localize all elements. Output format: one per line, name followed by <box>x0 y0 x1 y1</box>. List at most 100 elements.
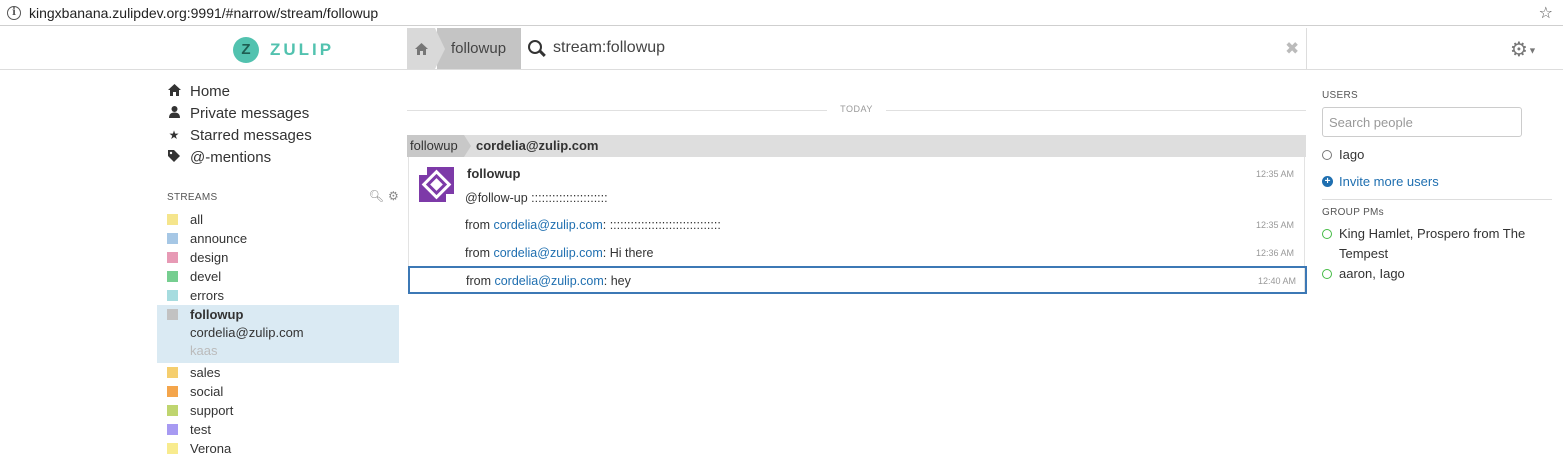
global-filters: Home Private messages ★ Starred messages… <box>167 80 312 168</box>
home-icon <box>167 83 181 99</box>
stream-color-swatch <box>167 386 178 397</box>
nav-label: @-mentions <box>190 148 272 166</box>
stream-name: support <box>190 403 234 418</box>
recipient-stream-link[interactable]: followup <box>407 135 471 157</box>
stream-color-swatch <box>167 290 178 301</box>
stream-item-sales[interactable]: sales <box>157 363 399 382</box>
message-time[interactable]: 12:36 AM <box>1256 248 1294 258</box>
recipient-bar: followup cordelia@zulip.com <box>407 135 1306 157</box>
presence-icon <box>1322 149 1332 160</box>
stream-settings-gear-icon[interactable]: ⚙ <box>388 189 399 203</box>
nav-private-messages[interactable]: Private messages <box>167 102 312 124</box>
stream-color-swatch <box>167 424 178 435</box>
invite-label: Invite more users <box>1339 174 1439 189</box>
stream-color-swatch <box>167 233 178 244</box>
stream-name: sales <box>190 365 221 380</box>
stream-item-test[interactable]: test <box>157 420 399 439</box>
streams-tools: 🔍︎ ⚙ <box>369 189 399 203</box>
search-people-input[interactable] <box>1322 107 1522 137</box>
clear-search-icon[interactable]: ✖ <box>1285 39 1299 59</box>
stream-item-all[interactable]: all <box>157 210 399 229</box>
home-narrow-button[interactable] <box>407 28 435 69</box>
stream-color-swatch <box>167 214 178 225</box>
stream-name: devel <box>190 269 222 284</box>
avatar[interactable] <box>419 167 454 202</box>
nav-starred-messages[interactable]: ★ Starred messages <box>167 124 312 146</box>
email-link[interactable]: cordelia@zulip.com <box>493 218 602 232</box>
message-time[interactable]: 12:40 AM <box>1258 276 1296 286</box>
stream-color-swatch <box>167 405 178 416</box>
presence-icon <box>1322 229 1332 239</box>
stream-color-swatch <box>167 271 178 282</box>
stream-name: followup <box>190 307 244 322</box>
date-separator: TODAY <box>407 104 1306 116</box>
search-icon[interactable] <box>528 40 546 58</box>
recipient-topic-link[interactable]: cordelia@zulip.com <box>476 135 598 157</box>
user-item-iago[interactable]: Iago <box>1322 147 1552 162</box>
home-icon <box>414 42 428 55</box>
stream-name: social <box>190 384 224 399</box>
stream-color-swatch <box>167 309 178 320</box>
search-input[interactable]: stream:followup <box>553 39 665 57</box>
topic-item[interactable]: cordelia@zulip.com <box>190 324 399 342</box>
topic-item[interactable]: kaas <box>190 342 399 360</box>
stream-item-errors[interactable]: errors <box>157 286 399 305</box>
invite-users-link[interactable]: + Invite more users <box>1322 174 1552 189</box>
group-pms-header: GROUP PMs <box>1322 207 1384 218</box>
stream-item-announce[interactable]: announce <box>157 229 399 248</box>
presence-icon <box>1322 269 1332 279</box>
nav-mentions[interactable]: @-mentions <box>167 146 312 168</box>
user-icon <box>167 105 181 121</box>
group-pm-label: aaron, Iago <box>1339 266 1405 281</box>
stream-item-design[interactable]: design <box>157 248 399 267</box>
tag-icon <box>167 149 181 165</box>
plus-circle-icon: + <box>1322 176 1333 187</box>
stream-item-verona[interactable]: Verona <box>157 439 399 458</box>
streams-header: STREAMS 🔍︎ ⚙ <box>167 189 399 203</box>
header-divider <box>1306 28 1307 69</box>
email-link[interactable]: cordelia@zulip.com <box>493 246 602 260</box>
sender-name[interactable]: followup <box>467 166 520 181</box>
stream-item-support[interactable]: support <box>157 401 399 420</box>
user-name: Iago <box>1339 147 1365 162</box>
info-icon[interactable]: i <box>7 5 21 20</box>
stream-item-followup[interactable]: followup <box>157 305 399 324</box>
stream-list: all announce design devel errors followu… <box>157 210 399 458</box>
url-text[interactable]: kingxbanana.zulipdev.org:9991/#narrow/st… <box>29 5 378 21</box>
stream-name: test <box>190 422 211 437</box>
divider <box>1322 199 1552 200</box>
message-content: from cordelia@zulip.com: :::::::::::::::… <box>465 218 721 232</box>
logo-icon: Z <box>233 37 259 63</box>
nav-home[interactable]: Home <box>167 80 312 102</box>
message-content: from cordelia@zulip.com: hey <box>466 274 631 288</box>
search-streams-icon[interactable]: 🔍︎ <box>369 189 385 203</box>
message-row[interactable]: from cordelia@zulip.com: Hi there 12:36 … <box>409 239 1304 267</box>
settings-gear-icon[interactable]: ⚙▼ <box>1510 37 1537 62</box>
users-header: USERS <box>1322 90 1358 101</box>
stream-item-devel[interactable]: devel <box>157 267 399 286</box>
message-row-selected[interactable]: from cordelia@zulip.com: hey 12:40 AM <box>408 266 1307 294</box>
message-time[interactable]: 12:35 AM <box>1256 220 1294 230</box>
email-link[interactable]: cordelia@zulip.com <box>494 274 603 288</box>
group-pm-label: King Hamlet, Prospero from The Tempest <box>1339 226 1526 261</box>
stream-name: design <box>190 250 229 265</box>
stream-name: Verona <box>190 441 232 456</box>
stream-name: announce <box>190 231 248 246</box>
nav-label: Home <box>190 82 231 100</box>
message-group: followup 12:35 AM @follow-up :::::::::::… <box>408 157 1307 294</box>
star-icon: ★ <box>168 128 180 142</box>
message-content: from cordelia@zulip.com: Hi there <box>465 246 654 260</box>
stream-name: all <box>190 212 204 227</box>
message-time[interactable]: 12:35 AM <box>1256 169 1294 179</box>
stream-color-swatch <box>167 252 178 263</box>
zulip-logo[interactable]: Z ZULIP <box>233 37 334 63</box>
bookmark-star-icon[interactable]: ☆ <box>1539 3 1553 23</box>
right-sidebar: USERS Iago + Invite more users GROUP PMs… <box>1322 90 1552 284</box>
group-pm-item[interactable]: King Hamlet, Prospero from The Tempest <box>1322 224 1552 264</box>
group-pm-item[interactable]: aaron, Iago <box>1322 264 1552 284</box>
stream-item-social[interactable]: social <box>157 382 399 401</box>
message-row[interactable]: from cordelia@zulip.com: :::::::::::::::… <box>409 211 1304 239</box>
message-content: @follow-up :::::::::::::::::::::: <box>465 191 608 205</box>
logo-text: ZULIP <box>270 40 335 59</box>
narrow-stream-tab[interactable]: followup <box>435 28 521 69</box>
